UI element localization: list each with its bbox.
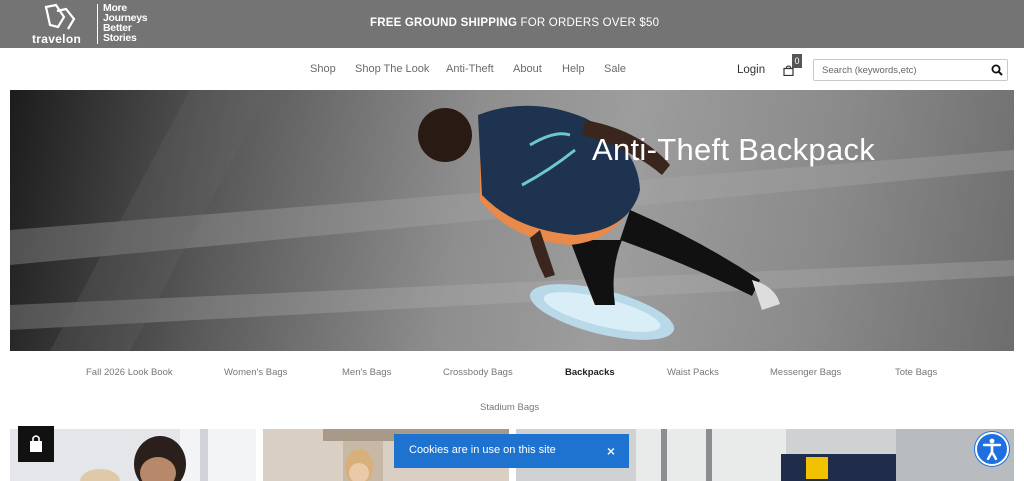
category-stadium-bags[interactable]: Stadium Bags [480,402,539,413]
category-messenger-bags[interactable]: Messenger Bags [770,367,841,378]
category-tote-bags[interactable]: Tote Bags [895,367,937,378]
brand-logo[interactable]: travelon More Journeys Better Stories [30,2,160,46]
shopping-bag-icon [783,65,794,76]
promo-bold: FREE GROUND SHIPPING [370,17,518,29]
promo-rest: FOR ORDERS OVER $50 [517,17,660,29]
hero-banner[interactable]: Anti-Theft Backpack [10,90,1014,351]
floating-cart-button[interactable] [18,426,54,462]
shipping-promo: FREE GROUND SHIPPING FOR ORDERS OVER $50 [370,17,659,29]
search-input[interactable] [822,62,982,78]
search-icon[interactable] [991,64,1003,76]
logo-tagline: More Journeys Better Stories [103,2,148,44]
hero-title: Anti-Theft Backpack [592,132,876,167]
cookie-banner: Cookies are in use on this site × [394,434,629,468]
logo-mark-icon [44,3,76,30]
nav-help[interactable]: Help [562,63,585,75]
category-fall-look-book[interactable]: Fall 2026 Look Book [86,367,173,378]
nav-sale[interactable]: Sale [604,63,626,75]
category-crossbody-bags[interactable]: Crossbody Bags [443,367,513,378]
category-mens-bags[interactable]: Men's Bags [342,367,391,378]
accessibility-button[interactable] [975,432,1009,466]
logo-divider [97,4,98,44]
logo-wordmark: travelon [32,32,82,46]
nav-shop[interactable]: Shop [310,63,336,75]
close-icon[interactable]: × [607,443,615,459]
cart-button[interactable]: 0 [782,54,804,80]
category-backpacks[interactable]: Backpacks [565,367,615,378]
nav-about[interactable]: About [513,63,542,75]
hero-image [10,90,1014,351]
shopping-bag-icon [30,435,42,452]
login-link[interactable]: Login [737,64,765,76]
category-waist-packs[interactable]: Waist Packs [667,367,719,378]
category-womens-bags[interactable]: Women's Bags [224,367,287,378]
promo-bar: travelon More Journeys Better Stories FR… [0,0,1024,48]
cookie-message: Cookies are in use on this site [409,444,556,456]
search-box [813,59,1008,81]
accessibility-icon [982,438,1002,461]
nav-shop-the-look[interactable]: Shop The Look [355,63,429,75]
nav-anti-theft[interactable]: Anti-Theft [446,63,494,75]
